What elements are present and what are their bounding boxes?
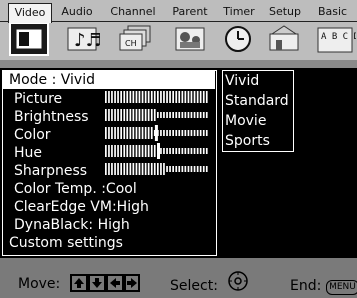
dynablack-label[interactable]: DynaBlack: High — [14, 216, 130, 234]
move-label: Move: — [18, 276, 61, 292]
level-bars — [105, 91, 208, 175]
color-label[interactable]: Color — [14, 126, 51, 144]
tab-video[interactable]: Video — [8, 3, 52, 23]
hue-level-bar[interactable] — [105, 143, 208, 159]
tab-audio[interactable]: Audio — [52, 3, 102, 21]
picture-label[interactable]: Picture — [14, 90, 62, 108]
select-button-icon — [226, 270, 250, 296]
mode-option-standard[interactable]: Standard — [223, 91, 293, 111]
hue-label[interactable]: Hue — [14, 144, 42, 162]
audio-icon[interactable]: ♪♬ — [62, 22, 102, 56]
video-icon[interactable] — [9, 22, 49, 56]
brightness-label[interactable]: Brightness — [14, 108, 89, 126]
tab-setup[interactable]: Setup — [262, 3, 308, 21]
mode-option-movie[interactable]: Movie — [223, 111, 293, 131]
picture-level-bar[interactable] — [105, 91, 208, 103]
arrow-keys-icon — [70, 274, 140, 298]
gap — [0, 60, 357, 68]
osd-screen: { "tabs": ["Video","Audio","Channel","Pa… — [0, 0, 357, 295]
mode-options-popup: Vivid Standard Movie Sports — [222, 70, 294, 152]
channel-icon-text: CH — [125, 39, 137, 48]
mode-option-sports[interactable]: Sports — [223, 131, 293, 151]
tab-parent[interactable]: Parent — [164, 3, 216, 21]
channel-icon[interactable]: CH — [116, 22, 156, 56]
menu-key-icon: MENU — [326, 280, 357, 295]
custom-settings-label[interactable]: Custom settings — [9, 234, 123, 252]
timer-icon[interactable] — [218, 22, 258, 56]
tab-timer[interactable]: Timer — [218, 3, 260, 21]
basic-icon[interactable]: A B C D — [312, 22, 357, 56]
mode-label: Mode : Vivid — [9, 72, 95, 88]
basic-icon-text: A B C D — [321, 32, 356, 42]
tab-basic[interactable]: Basic — [310, 3, 355, 21]
parent-icon[interactable] — [170, 22, 210, 56]
select-label: Select: — [170, 278, 218, 294]
hue-center-marker — [157, 143, 160, 159]
color-level-bar[interactable] — [105, 125, 208, 141]
sharpness-level-bar[interactable] — [105, 163, 208, 175]
setup-icon[interactable] — [264, 22, 304, 56]
end-label: End: — [290, 278, 322, 294]
clearedge-label[interactable]: ClearEdge VM:High — [14, 198, 149, 216]
sharpness-label[interactable]: Sharpness — [14, 162, 87, 180]
brightness-level-bar[interactable] — [105, 109, 208, 121]
tab-channel[interactable]: Channel — [104, 3, 162, 21]
color-center-marker — [154, 125, 158, 141]
svg-text:♪♬: ♪♬ — [74, 30, 102, 51]
mode-option-vivid[interactable]: Vivid — [223, 71, 293, 91]
